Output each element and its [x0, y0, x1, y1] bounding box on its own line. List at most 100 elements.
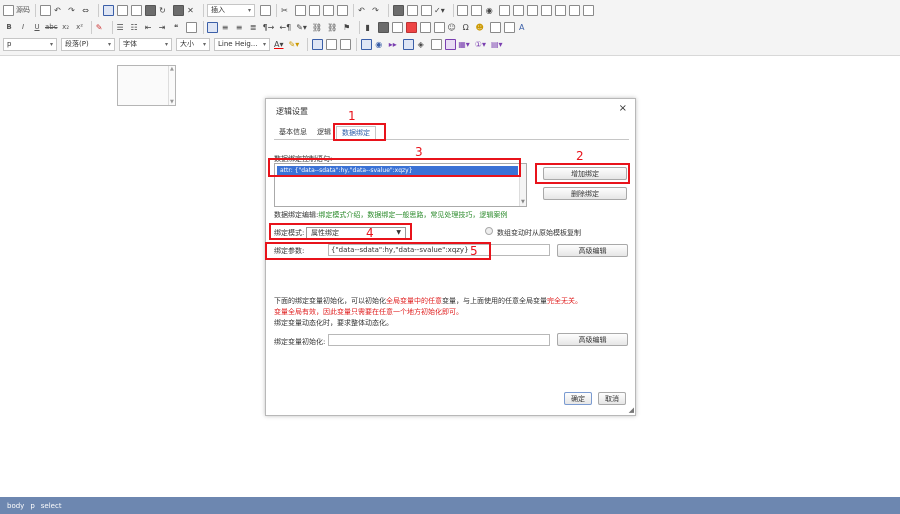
widget-3-button[interactable]: ▸▸ [388, 37, 400, 51]
copy-button[interactable] [294, 3, 306, 17]
redo-button[interactable]: ↷ [67, 3, 79, 17]
spell-a-button[interactable]: A [517, 20, 529, 34]
find-button[interactable] [392, 3, 404, 17]
spellcheck-button[interactable]: ✓▾ [434, 3, 448, 17]
flash-button[interactable] [391, 20, 403, 34]
about-button[interactable] [339, 37, 351, 51]
font-combo[interactable]: 字体 ▾ [119, 37, 172, 51]
rtl-button[interactable]: ←¶ [279, 20, 294, 34]
new-document-button[interactable] [116, 3, 128, 17]
align-left-button[interactable] [207, 20, 219, 34]
text-color-button[interactable]: A▾ [274, 37, 287, 51]
source-button[interactable]: 源码 [3, 3, 30, 17]
textarea-button[interactable] [513, 3, 525, 17]
iframe-button[interactable] [503, 20, 515, 34]
paste-button[interactable] [308, 3, 320, 17]
anchor-button[interactable]: ⚑ [342, 20, 354, 34]
bullet-list-button[interactable]: ☷ [130, 20, 142, 34]
bold-button[interactable]: B [3, 20, 15, 34]
smiley-button[interactable]: ☺ [447, 20, 459, 34]
ltr-button[interactable]: ¶→ [263, 20, 278, 34]
paragraph-combo[interactable]: 段落(P) ▾ [61, 37, 115, 51]
widget-6-button[interactable] [430, 37, 442, 51]
advanced-edit-button[interactable]: 高级编辑 [557, 244, 628, 257]
outdent-button[interactable]: ⇤ [144, 20, 156, 34]
paste-word-button[interactable] [336, 3, 348, 17]
widget-2-button[interactable]: ◉ [374, 37, 386, 51]
layout-button[interactable] [583, 3, 595, 17]
media-button[interactable] [405, 20, 417, 34]
indent-button[interactable]: ⇥ [158, 20, 170, 34]
select-field-button[interactable] [527, 3, 539, 17]
emoji-button[interactable]: ☻ [475, 20, 487, 34]
paste-text-button[interactable] [39, 3, 51, 17]
button-field-button[interactable] [541, 3, 553, 17]
hr-button[interactable] [433, 20, 445, 34]
lineheight-combo[interactable]: Line Heig... ▾ [214, 37, 270, 51]
blockquote-button[interactable]: ❝ [172, 20, 184, 34]
path-item-p[interactable]: p [30, 502, 34, 510]
undo-button[interactable]: ↶ [53, 3, 65, 17]
hyperlink-button[interactable]: ⛓ [312, 20, 325, 34]
numbered-list-button[interactable]: ☰ [116, 20, 128, 34]
align-center-button[interactable]: ≡ [221, 20, 233, 34]
widget-10-button[interactable]: ▤▾ [491, 37, 506, 51]
link-logic-cases[interactable]: 逻辑案例 [479, 211, 507, 219]
refresh-button[interactable]: ↻ [158, 3, 170, 17]
align-right-button[interactable]: ≡ [235, 20, 247, 34]
copy-format-button[interactable] [259, 3, 271, 17]
advanced-edit-button-2[interactable]: 高级编辑 [557, 333, 628, 346]
superscript-button[interactable]: x² [74, 20, 86, 34]
ok-button[interactable]: 确定 [564, 392, 592, 405]
remove-binding-button[interactable]: 删除绑定 [543, 187, 627, 200]
path-item-select[interactable]: select [41, 502, 62, 510]
lock-button[interactable] [172, 3, 184, 17]
paste-plain-button[interactable] [322, 3, 334, 17]
underline-button[interactable]: U [31, 20, 43, 34]
strike-button[interactable]: abc [45, 20, 58, 34]
widget-5-button[interactable]: ◈ [416, 37, 428, 51]
link-button[interactable]: ⇔ [81, 3, 93, 17]
pagebreak-button[interactable] [489, 20, 501, 34]
remove-format-button[interactable]: ✎ [95, 20, 107, 34]
checkbox-button[interactable] [471, 3, 483, 17]
div-button[interactable] [186, 20, 198, 34]
image-field-button[interactable] [555, 3, 567, 17]
table-button[interactable] [419, 20, 431, 34]
link-binding-general-idea[interactable]: 数据绑定一般思路 [367, 211, 423, 219]
special-char-button[interactable]: Ω [461, 20, 473, 34]
widget-1-button[interactable] [360, 37, 372, 51]
radio-button[interactable]: ◉ [485, 3, 497, 17]
redo2-button[interactable]: ↷ [371, 3, 383, 17]
block-combo[interactable]: p ▾ [3, 37, 57, 51]
language-button[interactable]: ✎▾ [296, 20, 310, 34]
textfield-button[interactable] [499, 3, 511, 17]
size-combo[interactable]: 大小 ▾ [176, 37, 210, 51]
maximize-button[interactable] [311, 37, 323, 51]
subscript-button[interactable]: x₂ [60, 20, 72, 34]
show-blocks-button[interactable] [325, 37, 337, 51]
widget-4-button[interactable] [402, 37, 414, 51]
undo2-button[interactable]: ↶ [357, 3, 369, 17]
close-icon[interactable]: × [619, 103, 627, 114]
preview-button[interactable] [130, 3, 142, 17]
clear-button[interactable]: ✕ [186, 3, 198, 17]
replace-button[interactable] [406, 3, 418, 17]
print-button[interactable] [144, 3, 156, 17]
widget-9-button[interactable]: ①▾ [475, 37, 489, 51]
form-button[interactable] [457, 3, 469, 17]
align-justify-button[interactable]: ≣ [249, 20, 261, 34]
widget-8-button[interactable]: ▦▾ [458, 37, 473, 51]
select-all-button[interactable] [420, 3, 432, 17]
resize-handle-icon[interactable]: ◢ [629, 406, 634, 414]
init-variable-input[interactable] [328, 334, 550, 346]
chart-button[interactable]: ▮ [363, 20, 375, 34]
copy-template-checkbox[interactable] [485, 227, 493, 235]
unlink-button[interactable]: ⛓ [327, 20, 340, 34]
cut-button[interactable]: ✂ [280, 3, 292, 17]
path-item-body[interactable]: body [7, 502, 24, 510]
save-button[interactable] [102, 3, 114, 17]
image-button[interactable] [377, 20, 389, 34]
cancel-button[interactable]: 取消 [598, 392, 626, 405]
hidden-field-button[interactable] [569, 3, 581, 17]
